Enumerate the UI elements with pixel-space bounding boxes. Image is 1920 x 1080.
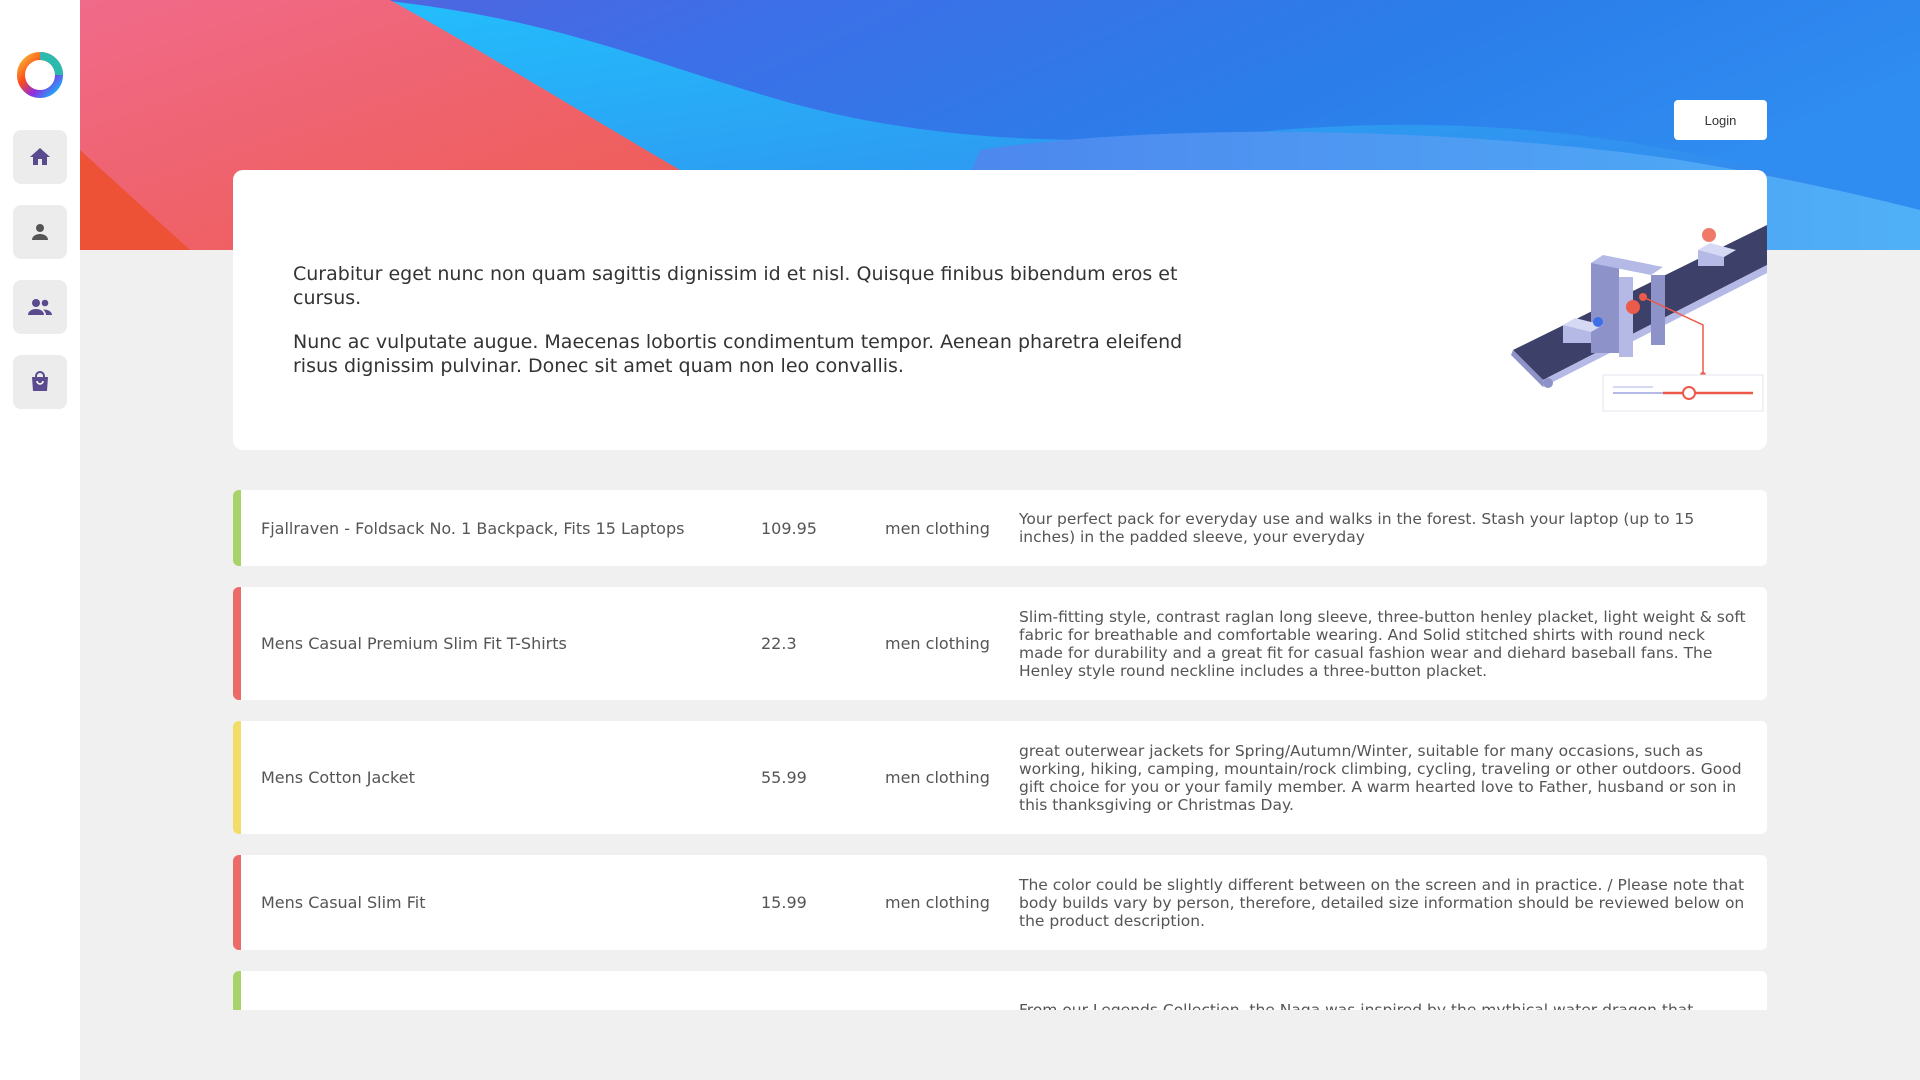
row-accent-bar (233, 855, 241, 950)
product-description: From our Legends Collection, the Naga wa… (1019, 1000, 1694, 1011)
login-button[interactable]: Login (1674, 100, 1767, 140)
product-price: 55.99 (761, 768, 807, 787)
hero-paragraph-1: Curabitur eget nunc non quam sagittis di… (293, 263, 1178, 309)
row-accent-bar (233, 721, 241, 834)
product-title: Fjallraven - Foldsack No. 1 Backpack, Fi… (261, 518, 685, 538)
sidebar-item-home[interactable] (13, 130, 67, 184)
row-accent-bar (233, 587, 241, 700)
row-accent-bar (233, 490, 241, 566)
product-price: 109.95 (761, 518, 817, 538)
product-price: 15.99 (761, 893, 807, 912)
product-description: great outerwear jackets for Spring/Autum… (1019, 741, 1742, 814)
conveyor-illustration (1511, 225, 1767, 412)
product-category: men clothing (885, 634, 990, 653)
user-icon (32, 224, 48, 240)
hero-text: Curabitur eget nunc non quam sagittis di… (293, 262, 1233, 398)
sidebar-item-user[interactable] (13, 205, 67, 259)
sidebar-item-shop[interactable] (13, 355, 67, 409)
sidebar (0, 0, 80, 1080)
product-description: Slim-fitting style, contrast raglan long… (1019, 607, 1746, 680)
product-row[interactable]: Mens Cotton Jacket 55.99 men clothing great… (233, 721, 1767, 834)
product-price: 22.3 (761, 634, 797, 653)
product-list: Fjallraven - Foldsack No. 1 Backpack, Fi… (233, 490, 1767, 1010)
product-row[interactable]: Fjallraven - Foldsack No. 1 Backpack, Fi… (233, 490, 1767, 566)
row-accent-bar (233, 971, 241, 1010)
product-category: men clothing (885, 893, 990, 912)
product-row[interactable]: Mens Casual Slim Fit 15.99 men clothing The… (233, 855, 1767, 950)
product-title: John Hardy Women's Legends Naga Gold & S… (261, 1009, 761, 1011)
product-description: Your perfect pack for everyday use and w… (1019, 510, 1695, 546)
product-category: men clothing (885, 518, 990, 538)
product-row[interactable]: John Hardy Women's Legends Naga Gold & S… (233, 971, 1767, 1010)
product-title: Mens Cotton Jacket (261, 768, 415, 787)
product-title: Mens Casual Premium Slim Fit T-Shirts (261, 634, 567, 653)
hero-card: Curabitur eget nunc non quam sagittis di… (233, 170, 1767, 450)
hero-paragraph-2: Nunc ac vulputate augue. Maecenas lobort… (293, 331, 1183, 377)
shopping-bag-icon (32, 371, 48, 391)
product-title: Mens Casual Slim Fit (261, 893, 426, 912)
users-icon (28, 299, 52, 315)
home-icon (30, 148, 50, 165)
product-description: The color could be slightly different be… (1019, 875, 1745, 930)
logo-icon (17, 52, 63, 98)
sidebar-item-users[interactable] (13, 280, 67, 334)
product-category: men clothing (885, 768, 990, 787)
product-row[interactable]: Mens Casual Premium Slim Fit T-Shirts 22.… (233, 587, 1767, 700)
